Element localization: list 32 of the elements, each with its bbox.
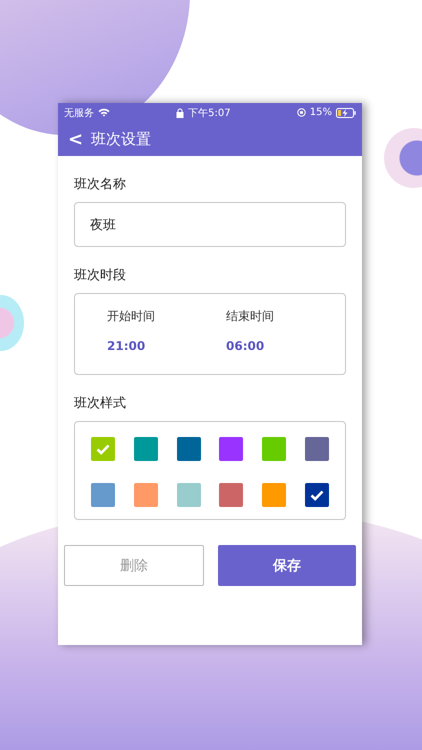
- color-swatch[interactable]: [304, 483, 329, 507]
- carrier-text: 无服务: [64, 106, 94, 120]
- color-swatch[interactable]: [176, 437, 201, 461]
- save-button[interactable]: 保存: [218, 545, 356, 586]
- section-label: 班次样式: [74, 395, 127, 412]
- battery-icon: [336, 108, 356, 118]
- color-swatch[interactable]: [304, 437, 329, 461]
- start-time-label: 开始时间: [107, 308, 156, 325]
- checkmark-icon: [310, 490, 324, 500]
- page-title: 班次设置: [91, 130, 152, 148]
- wifi-icon: [98, 108, 110, 117]
- color-swatch[interactable]: [262, 437, 286, 461]
- battery-text: 15%: [310, 107, 332, 118]
- checkmark-icon: [96, 444, 110, 454]
- color-swatch[interactable]: [176, 483, 201, 507]
- color-swatch[interactable]: [219, 437, 244, 461]
- color-swatch[interactable]: [91, 483, 115, 507]
- end-time-label: 结束时间: [226, 308, 275, 325]
- color-swatch[interactable]: [134, 437, 158, 461]
- back-button[interactable]: <: [66, 128, 86, 150]
- color-swatch[interactable]: [219, 483, 244, 507]
- color-swatch[interactable]: [262, 483, 286, 507]
- lock-icon: [176, 108, 184, 118]
- name-input-field[interactable]: 夜班: [74, 202, 346, 247]
- section-label: 班次时段: [74, 267, 127, 284]
- color-swatch[interactable]: [91, 437, 115, 461]
- rotation-lock-icon: [296, 108, 306, 117]
- section-label: 班次名称: [74, 176, 127, 193]
- color-swatch[interactable]: [134, 483, 158, 507]
- start-time-value[interactable]: 21:00: [107, 339, 146, 353]
- end-time-value[interactable]: 06:00: [226, 339, 264, 353]
- clock-text: 下午5:07: [188, 106, 231, 120]
